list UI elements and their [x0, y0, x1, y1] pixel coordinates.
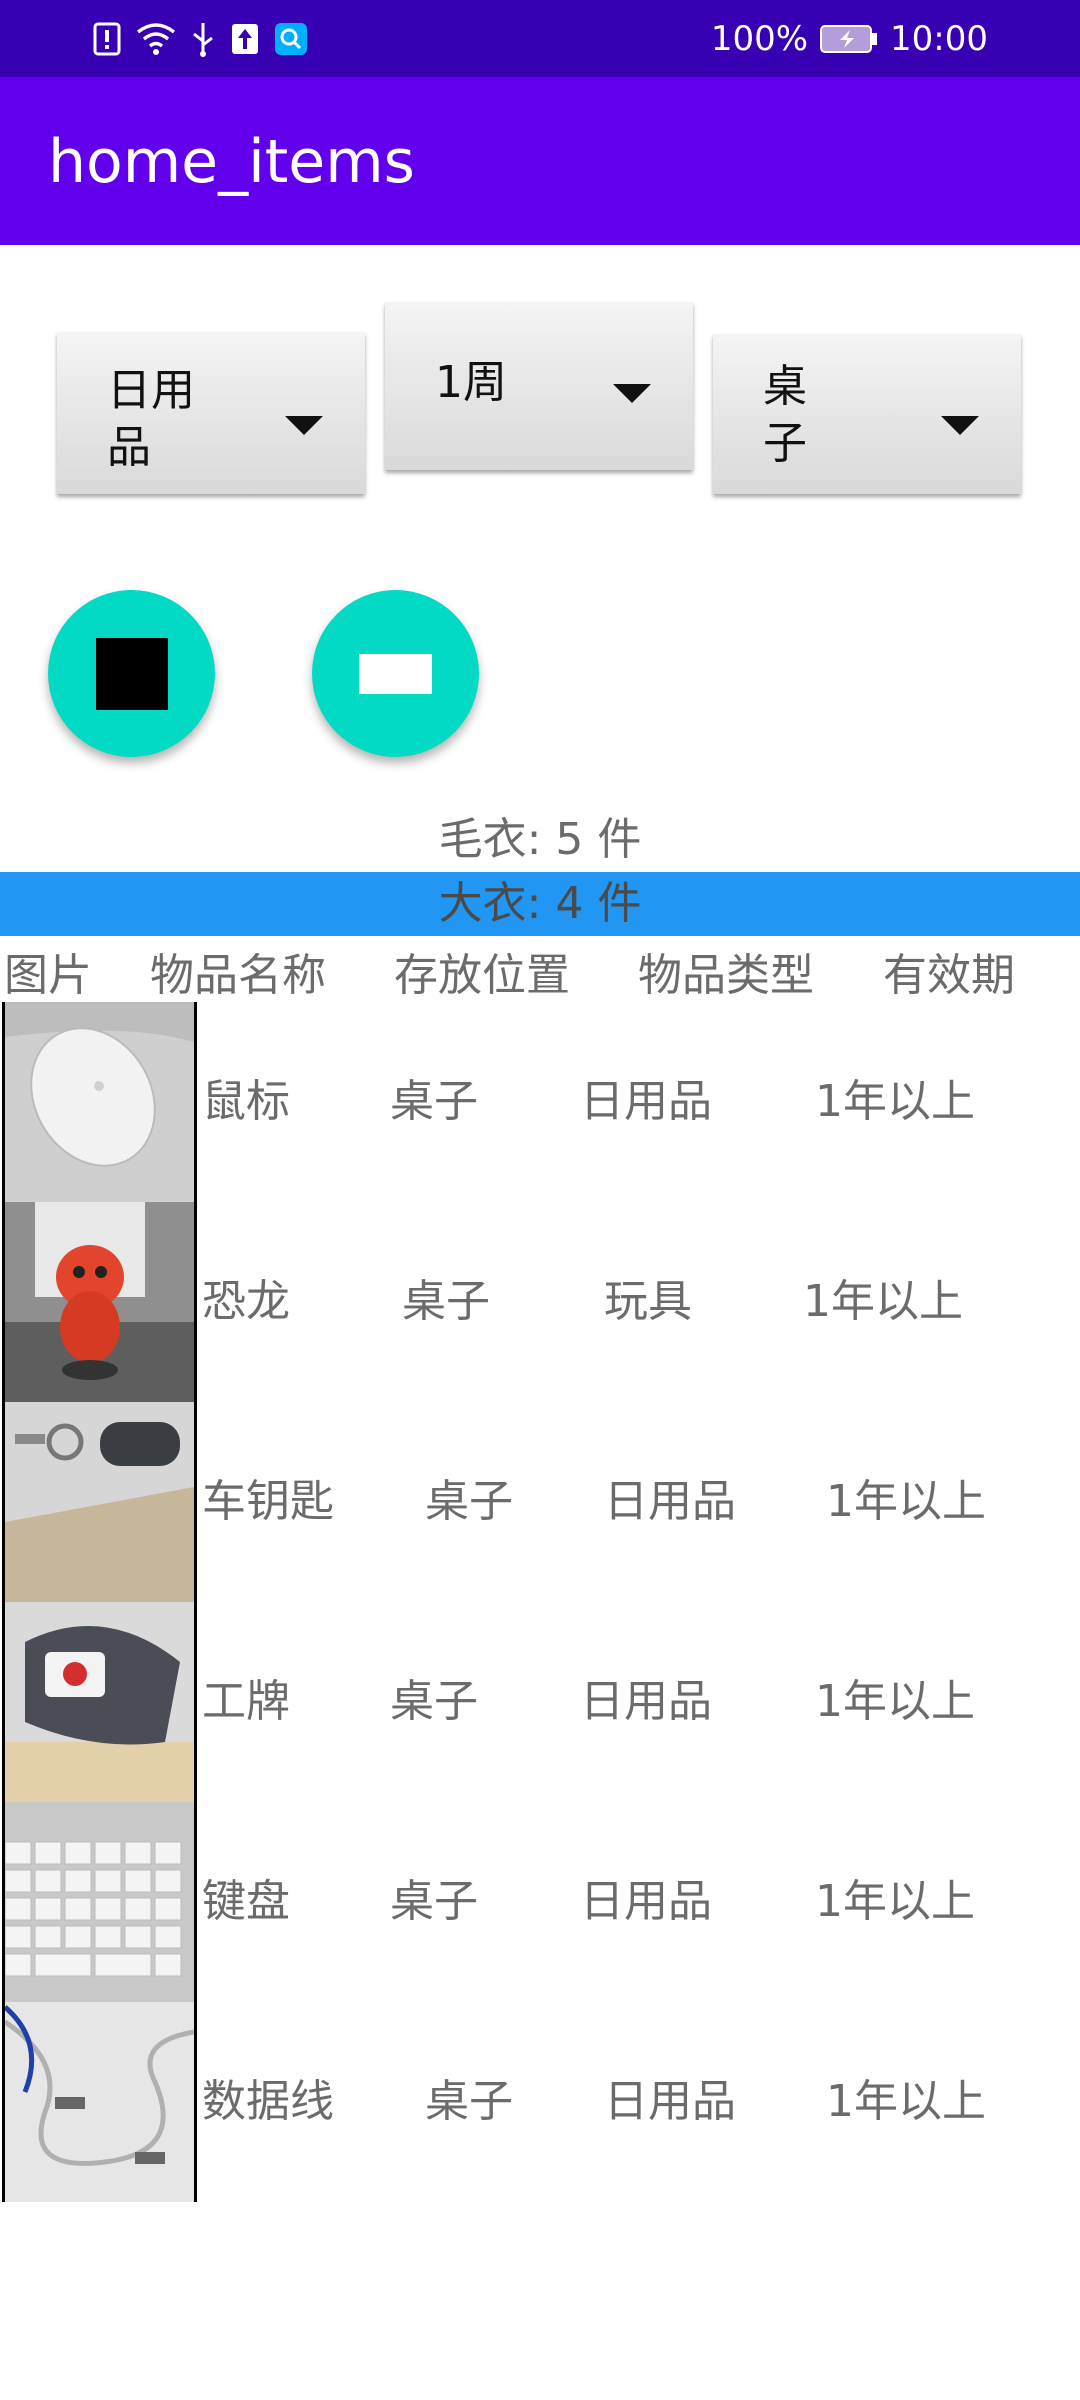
- item-name: 车钥匙: [202, 1476, 334, 1527]
- table-row[interactable]: 鼠标 桌子 日用品 1年以上: [0, 1002, 1080, 1202]
- item-name: 键盘: [202, 1876, 290, 1927]
- chevron-down-icon: [941, 416, 979, 435]
- item-location: 桌子: [390, 1076, 478, 1127]
- table-row[interactable]: 数据线 桌子 日用品 1年以上: [0, 2002, 1080, 2202]
- item-type: 日用品: [580, 1076, 712, 1127]
- chevron-down-icon: [613, 384, 651, 403]
- type-spinner[interactable]: 日用 品: [57, 332, 365, 494]
- item-validity: 1年以上: [815, 1676, 975, 1727]
- battery-icon: [820, 24, 878, 54]
- header-name: 物品名称: [150, 950, 326, 1001]
- item-location: 桌子: [390, 1676, 478, 1727]
- item-validity: 1年以上: [815, 1876, 975, 1927]
- location-spinner[interactable]: 桌 子: [713, 334, 1021, 494]
- item-type: 玩具: [604, 1276, 692, 1327]
- item-photo-dinosaur: [2, 1202, 197, 1402]
- stop-icon: [95, 637, 168, 710]
- item-photo-car-key: [2, 1402, 197, 1602]
- location-spinner-value: 桌 子: [763, 361, 807, 470]
- header-validity: 有效期: [883, 950, 1015, 1001]
- app-title: home_items: [48, 127, 415, 197]
- table-row[interactable]: 工牌 桌子 日用品 1年以上: [0, 1602, 1080, 1802]
- clock: 10:00: [890, 18, 988, 59]
- item-name: 鼠标: [202, 1076, 290, 1127]
- item-name: 数据线: [202, 2076, 334, 2127]
- app-bar: home_items: [0, 77, 1080, 245]
- status-right: 100% 10:00: [711, 0, 988, 77]
- item-validity: 1年以上: [803, 1276, 963, 1327]
- table-row[interactable]: 恐龙 桌子 玩具 1年以上: [0, 1202, 1080, 1402]
- header-type: 物品类型: [638, 950, 814, 1001]
- status-icons: [92, 20, 308, 58]
- item-type: 日用品: [580, 1876, 712, 1927]
- item-type: 日用品: [580, 1676, 712, 1727]
- status-bar: 100% 10:00: [0, 0, 1080, 77]
- item-photo-badge: [2, 1602, 197, 1802]
- item-validity: 1年以上: [826, 2076, 986, 2127]
- item-type: 日用品: [604, 1476, 736, 1527]
- header-image: 图片: [4, 950, 92, 1001]
- search-app-icon: [274, 22, 308, 56]
- item-type: 日用品: [604, 2076, 736, 2127]
- table-row[interactable]: 键盘 桌子 日用品 1年以上: [0, 1802, 1080, 2002]
- item-validity: 1年以上: [815, 1076, 975, 1127]
- item-photo-keyboard: [2, 1802, 197, 2002]
- header-location: 存放位置: [394, 950, 570, 1001]
- item-location: 桌子: [390, 1876, 478, 1927]
- type-spinner-value: 日用 品: [107, 365, 195, 474]
- summary-coat[interactable]: 大衣: 4 件: [0, 872, 1080, 936]
- rectangle-icon: [359, 653, 432, 694]
- pause-button[interactable]: [312, 590, 479, 757]
- item-validity: 1年以上: [826, 1476, 986, 1527]
- usb-icon: [190, 21, 216, 57]
- battery-percent: 100%: [710, 18, 809, 59]
- item-location: 桌子: [425, 2076, 513, 2127]
- item-location: 桌子: [425, 1476, 513, 1527]
- period-spinner[interactable]: 1周: [385, 302, 693, 470]
- item-location: 桌子: [402, 1276, 490, 1327]
- item-photo-cable: [2, 2002, 197, 2202]
- item-name: 恐龙: [202, 1276, 290, 1327]
- table-row[interactable]: 车钥匙 桌子 日用品 1年以上: [0, 1402, 1080, 1602]
- stop-button[interactable]: [48, 590, 215, 757]
- item-name: 工牌: [202, 1676, 290, 1727]
- item-photo-mouse: [2, 1002, 197, 1202]
- chevron-down-icon: [285, 416, 323, 435]
- summary-sweater[interactable]: 毛衣: 5 件: [0, 808, 1080, 872]
- upload-icon: [230, 22, 260, 56]
- alert-icon: [92, 22, 122, 56]
- wifi-icon: [136, 22, 176, 56]
- period-spinner-value: 1周: [435, 357, 507, 408]
